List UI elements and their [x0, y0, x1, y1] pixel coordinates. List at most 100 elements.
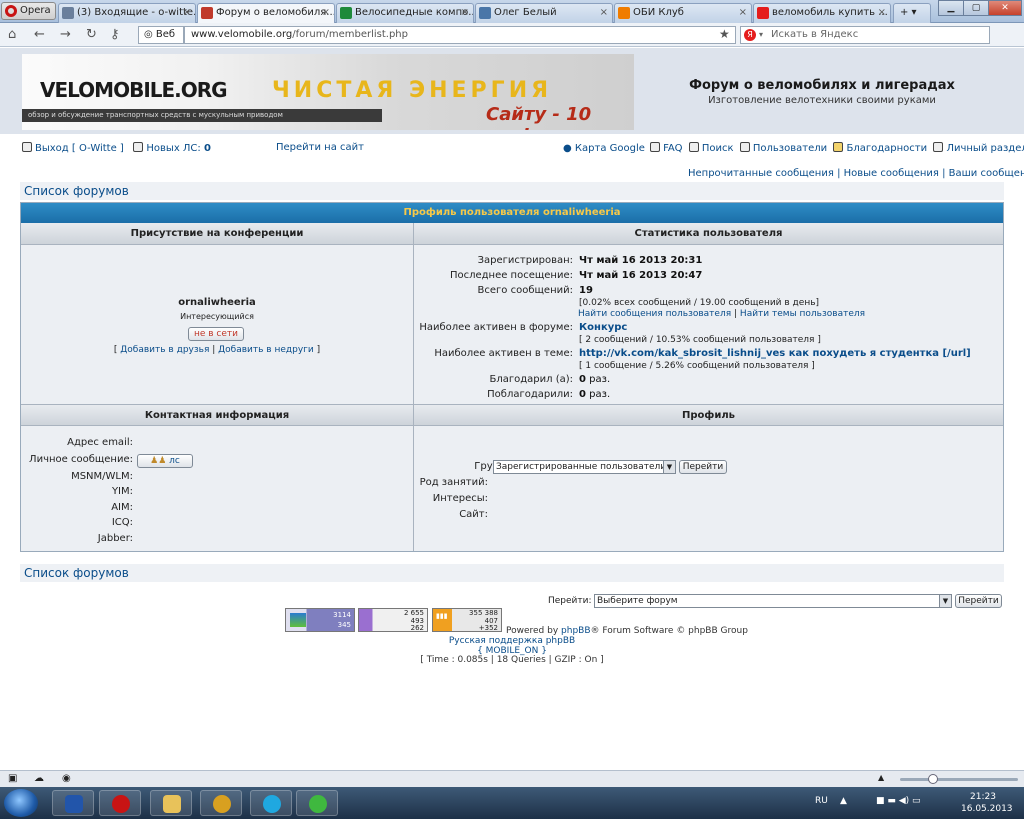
tab-title: ОБИ Клуб: [633, 7, 684, 18]
taskbar-app-1[interactable]: [52, 790, 94, 816]
groups-select-value: Зарегистрированные пользователи: [496, 462, 667, 472]
active-topic-link[interactable]: http://vk.com/kak_sbrosit_lishnij_ves ка…: [579, 348, 971, 359]
groups-go-button[interactable]: Перейти: [679, 460, 727, 474]
interests-label: Интересы:: [432, 493, 488, 504]
new-pm-link[interactable]: Новых ЛС:: [146, 143, 200, 154]
add-foe-link[interactable]: Добавить в недруги: [218, 345, 314, 355]
new-pm-count: 0: [203, 143, 211, 154]
taskbar-app-4[interactable]: [200, 790, 242, 816]
close-tab-icon[interactable]: ×: [600, 4, 608, 22]
jump-select[interactable]: Выберите форум ▼: [594, 594, 952, 608]
clock-date[interactable]: 16.05.2013: [961, 804, 1013, 814]
tab-title: Олег Белый: [494, 7, 557, 18]
tray-expand-icon[interactable]: ▲: [840, 796, 847, 806]
tab-obi-club[interactable]: ОБИ Клуб ×: [614, 3, 752, 23]
search-link[interactable]: Поиск: [702, 143, 734, 154]
ru-support-link[interactable]: Русская поддержка phpBB: [449, 636, 575, 646]
zoom-slider[interactable]: [900, 774, 1018, 784]
taskbar-explorer[interactable]: [150, 790, 192, 816]
at-sign-icon: [309, 795, 327, 813]
opera-menu-button[interactable]: Opera: [1, 2, 56, 20]
profile-header: Профиль: [414, 404, 1003, 426]
offline-status-badge: не в сети: [188, 327, 244, 341]
tab-inbox[interactable]: (3) Входящие - o-witte... ×: [58, 3, 196, 23]
maximize-button[interactable]: ▢: [963, 0, 989, 16]
google-map-link[interactable]: Карта Google: [575, 143, 645, 154]
forum-list-link[interactable]: Список форумов: [24, 184, 129, 198]
thanked-value: 0: [579, 374, 586, 385]
close-tab-icon[interactable]: ×: [739, 4, 747, 22]
clock-time[interactable]: 21:23: [970, 792, 996, 802]
minimize-button[interactable]: ▁: [938, 0, 964, 16]
tab-title: Велосипедные компо...: [355, 7, 474, 18]
url-field[interactable]: www.velomobile.org/forum/memberlist.php: [184, 26, 736, 44]
close-tab-icon[interactable]: ×: [322, 4, 330, 22]
powered-suffix: ® Forum Software © phpBB Group: [590, 626, 748, 636]
msnm-label: MSNM/WLM:: [71, 471, 133, 482]
start-button[interactable]: [4, 789, 38, 817]
faq-link[interactable]: FAQ: [663, 143, 682, 154]
jump-go-button[interactable]: Перейти: [955, 594, 1002, 608]
bookmark-star-icon[interactable]: ★: [719, 27, 730, 42]
user-rank: Интересующийся: [180, 312, 254, 321]
yandex-search-field[interactable]: Я ▾ Искать в Яндекс: [740, 26, 990, 44]
goto-site-link[interactable]: Перейти на сайт: [276, 142, 364, 153]
close-tab-icon[interactable]: ×: [461, 4, 469, 22]
counter-badge-1[interactable]: 3114 345: [285, 608, 355, 632]
find-user-posts-link[interactable]: Найти сообщения пользователя: [578, 309, 731, 319]
unread-posts-link[interactable]: Непрочитанные сообщения: [688, 168, 834, 179]
forum-list-link[interactable]: Список форумов: [24, 566, 129, 580]
pm-icon: [133, 142, 144, 152]
home-icon[interactable]: ⌂: [8, 27, 16, 42]
add-friend-link[interactable]: Добавить в друзья: [120, 345, 209, 355]
turbo-icon[interactable]: ◉: [62, 773, 71, 784]
tab-yandex-search[interactable]: веломобиль купить ... ×: [753, 3, 891, 23]
up-arrow-icon[interactable]: ▲: [878, 773, 884, 782]
users-link[interactable]: Пользователи: [753, 143, 827, 154]
personal-link[interactable]: Личный раздел: [946, 143, 1024, 154]
counter-badge-2[interactable]: 2 655 493 262: [358, 608, 428, 632]
groups-select[interactable]: Зарегистрированные пользователи ▼: [493, 460, 676, 474]
active-forum-link[interactable]: Конкурс: [579, 322, 627, 333]
counter-1-value-b: 345: [337, 621, 351, 629]
site-logo[interactable]: VELOMOBILE.ORG ЧИСТАЯ ЭНЕРГИЯ Сайту - 10…: [22, 54, 634, 130]
new-posts-link[interactable]: Новые сообщения: [844, 168, 939, 179]
phpbb-link[interactable]: phpBB: [561, 626, 590, 636]
language-indicator[interactable]: RU: [815, 796, 828, 806]
send-pm-button[interactable]: ♟♟ лс: [137, 454, 193, 468]
key-icon[interactable]: ⚷: [110, 27, 120, 42]
panel-toggle-icon[interactable]: ▣: [8, 773, 17, 784]
profile-box: Профиль пользователя ornaliwheeria Прису…: [20, 202, 1004, 552]
site-header: VELOMOBILE.ORG ЧИСТАЯ ЭНЕРГИЯ Сайту - 10…: [0, 48, 1024, 134]
tab-bike-components[interactable]: Велосипедные компо... ×: [336, 3, 474, 23]
tab-oleg-bely[interactable]: Олег Белый ×: [475, 3, 613, 23]
search-dropdown-icon[interactable]: ▾: [759, 27, 763, 43]
find-user-topics-link[interactable]: Найти темы пользователя: [740, 309, 865, 319]
tray-icons[interactable]: ■ ▬ ◀) ▭: [876, 796, 921, 806]
logout-link[interactable]: Выход [ O-Witte ]: [35, 143, 124, 154]
zoom-slider-handle[interactable]: [928, 774, 938, 784]
total-posts-detail: [0.02% всех сообщений / 19.00 сообщений …: [579, 298, 820, 308]
taskbar-opera[interactable]: [99, 790, 141, 816]
tab-velomobile-forum[interactable]: Форум о веломобиля... ×: [197, 3, 335, 24]
counter-badge-3[interactable]: ▮▮▮ 355 388 407 +352: [432, 608, 502, 632]
new-tab-button[interactable]: + ▾: [893, 3, 931, 23]
taskbar-skype[interactable]: [250, 790, 292, 816]
your-posts-link[interactable]: Ваши сообщения: [949, 168, 1024, 179]
active-topic-detail: [ 1 сообщение / 5.26% сообщений пользова…: [579, 361, 815, 371]
cloud-icon[interactable]: ☁: [34, 773, 44, 784]
close-tab-icon[interactable]: ×: [878, 4, 886, 22]
tab-title: Форум о веломобиля...: [216, 7, 335, 18]
close-window-button[interactable]: ✕: [988, 0, 1022, 16]
close-tab-icon[interactable]: ×: [183, 4, 191, 22]
site-title: Форум о веломобилях и лигерадах: [689, 78, 955, 93]
separator: |: [837, 168, 841, 179]
back-icon[interactable]: ←: [34, 27, 45, 42]
reload-icon[interactable]: ↻: [86, 27, 97, 42]
thanks-link[interactable]: Благодарности: [846, 143, 927, 154]
web-security-badge[interactable]: ◎ Веб: [138, 26, 184, 44]
forward-icon[interactable]: →: [60, 27, 71, 42]
web-label: Веб: [155, 29, 176, 40]
user-nav-left: Выход [ O-Witte ] Новых ЛС: 0: [22, 142, 211, 154]
taskbar-icq[interactable]: [296, 790, 338, 816]
